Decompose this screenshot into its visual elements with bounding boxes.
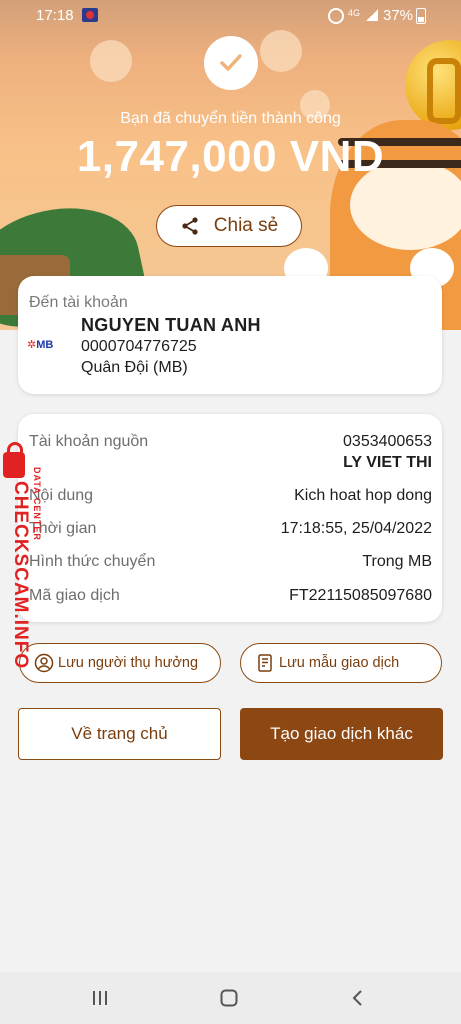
alarm-icon bbox=[328, 8, 344, 24]
destination-card: Đến tài khoản ✲MB NGUYEN TUAN ANH 000070… bbox=[18, 276, 442, 394]
flower-decoration bbox=[260, 30, 302, 72]
android-nav-bar bbox=[0, 972, 461, 1024]
save-recipient-button[interactable]: Lưu người thụ hưởng bbox=[19, 643, 221, 683]
destination-label: Đến tài khoản bbox=[29, 294, 128, 311]
save-template-button[interactable]: Lưu mẫu giao dịch bbox=[240, 643, 442, 683]
method-label: Hình thức chuyển bbox=[29, 553, 156, 570]
notification-icon bbox=[82, 8, 98, 22]
lock-icon bbox=[3, 442, 25, 478]
document-icon bbox=[258, 654, 272, 672]
home-button[interactable]: Về trang chủ bbox=[18, 708, 221, 760]
time-value: 17:18:55, 25/04/2022 bbox=[280, 520, 432, 537]
mb-bank-logo: ✲MB bbox=[27, 339, 54, 351]
new-transaction-button[interactable]: Tạo giao dịch khác bbox=[240, 708, 443, 760]
share-icon bbox=[182, 217, 198, 235]
method-value: Trong MB bbox=[362, 553, 432, 570]
content-value: Kich hoat hop dong bbox=[294, 487, 432, 504]
transaction-code-label: Mã giao dịch bbox=[29, 587, 120, 604]
source-account-label: Tài khoản nguồn bbox=[29, 433, 149, 450]
network-type: 4G bbox=[348, 8, 361, 18]
flower-decoration bbox=[90, 40, 132, 82]
transaction-code-value: FT22115085097680 bbox=[289, 587, 432, 604]
share-button[interactable]: Chia sẻ bbox=[156, 205, 302, 247]
transfer-amount: 1,747,000 VND bbox=[76, 132, 385, 181]
source-account-name: LY VIET THI bbox=[343, 454, 432, 471]
user-icon bbox=[34, 653, 54, 673]
source-account-number: 0353400653 bbox=[343, 433, 432, 450]
signal-icon bbox=[366, 9, 378, 21]
recipient-account-number: 0000704776725 bbox=[81, 338, 197, 355]
success-message: Bạn đã chuyển tiền thành công bbox=[120, 110, 341, 127]
recipient-name: NGUYEN TUAN ANH bbox=[81, 315, 261, 335]
share-label: Chia sẻ bbox=[213, 215, 279, 236]
transaction-details-card: Tài khoản nguồn 0353400653 LY VIET THI N… bbox=[18, 414, 442, 622]
recipient-bank-name: Quân Đội (MB) bbox=[81, 359, 188, 376]
battery-icon bbox=[416, 8, 426, 24]
clock: 17:18 bbox=[36, 7, 74, 24]
home-nav-icon[interactable] bbox=[219, 988, 239, 1008]
save-template-label: Lưu mẫu giao dịch bbox=[279, 655, 400, 671]
battery-level: 37% bbox=[383, 7, 414, 24]
back-icon[interactable] bbox=[348, 988, 368, 1008]
recent-apps-icon[interactable] bbox=[90, 988, 110, 1008]
watermark-subtitle: DATA CENTER bbox=[32, 467, 42, 541]
status-bar: 17:18 4G 37% bbox=[0, 0, 461, 32]
save-recipient-label: Lưu người thụ hưởng bbox=[58, 655, 199, 671]
watermark-text: CHECKSCAM.INFO bbox=[10, 481, 31, 670]
success-check-icon bbox=[204, 36, 258, 90]
